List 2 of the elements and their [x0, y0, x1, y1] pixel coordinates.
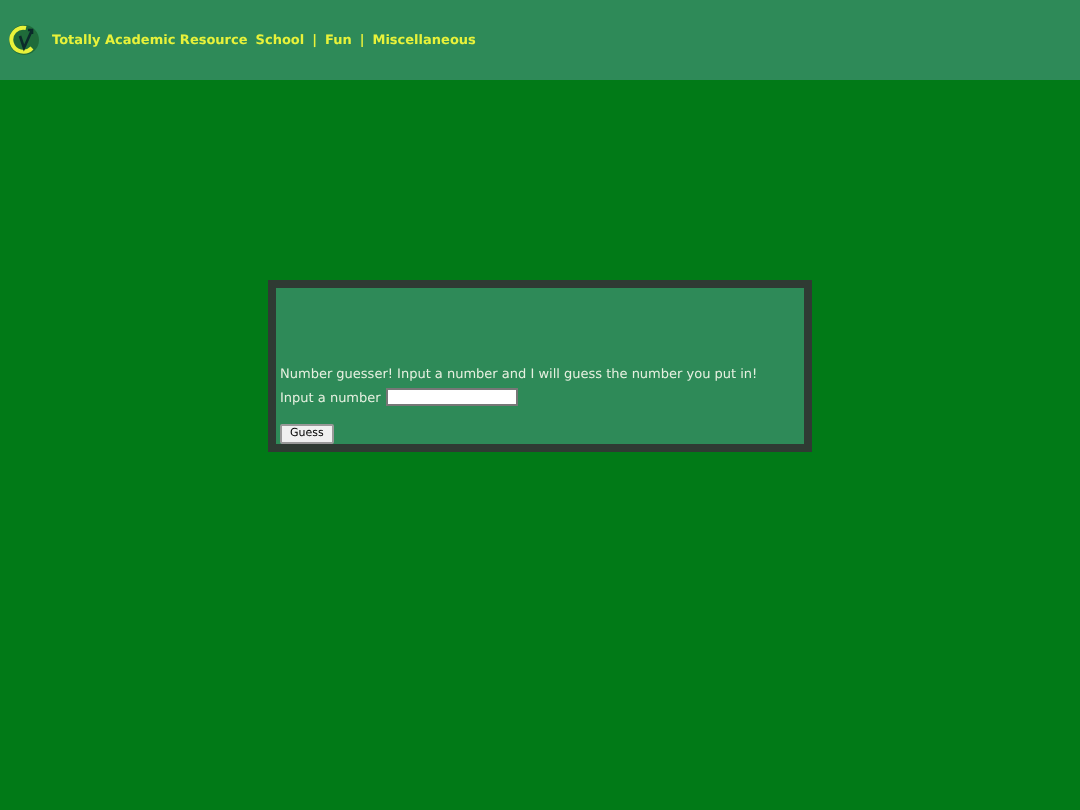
logo-icon: [8, 22, 40, 58]
number-input[interactable]: [386, 388, 519, 406]
